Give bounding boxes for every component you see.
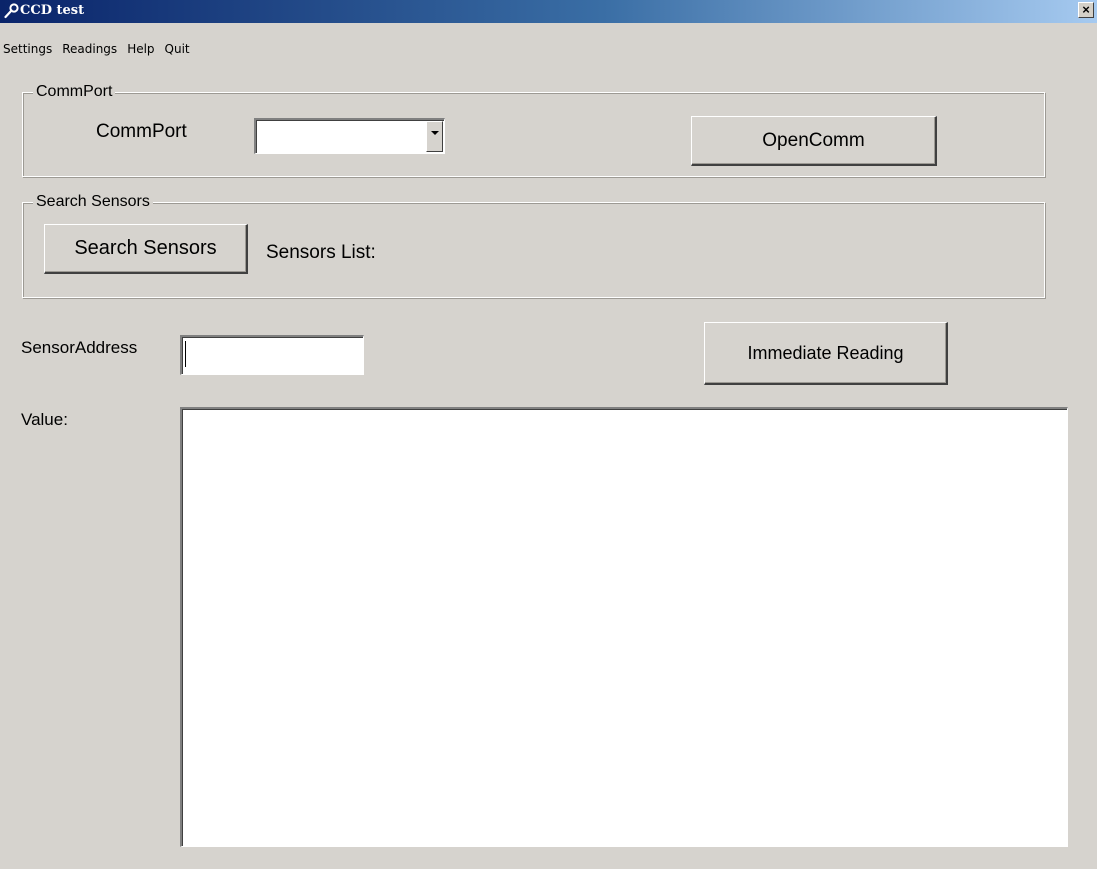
value-label: Value: xyxy=(21,410,68,429)
commport-select[interactable] xyxy=(254,118,445,154)
window-title: CCD test xyxy=(20,3,85,18)
wrench-icon xyxy=(4,3,20,19)
sensor-address-label: SensorAddress xyxy=(21,338,138,357)
close-button[interactable]: × xyxy=(1078,2,1094,18)
title-bar[interactable]: CCD test × xyxy=(0,0,1097,23)
menu-readings[interactable]: Readings xyxy=(57,40,122,62)
menu-help[interactable]: Help xyxy=(122,40,159,62)
sensors-list-label: Sensors List: xyxy=(266,242,376,263)
text-caret xyxy=(185,341,186,367)
menu-quit[interactable]: Quit xyxy=(160,40,195,62)
open-comm-button[interactable]: OpenComm xyxy=(691,116,937,166)
menu-bar: Settings Readings Help Quit xyxy=(0,40,195,62)
menu-settings[interactable]: Settings xyxy=(0,40,57,62)
immediate-reading-button[interactable]: Immediate Reading xyxy=(704,322,948,385)
search-sensors-button[interactable]: Search Sensors xyxy=(44,224,248,274)
sensor-address-input[interactable] xyxy=(180,335,364,375)
chevron-down-icon[interactable] xyxy=(426,121,443,152)
commport-label: CommPort xyxy=(96,121,187,142)
commport-group-legend: CommPort xyxy=(33,83,116,101)
value-textarea[interactable] xyxy=(180,407,1068,847)
app-window: CCD test × Settings Readings Help Quit C… xyxy=(0,0,1097,869)
search-sensors-group-legend: Search Sensors xyxy=(33,193,153,211)
